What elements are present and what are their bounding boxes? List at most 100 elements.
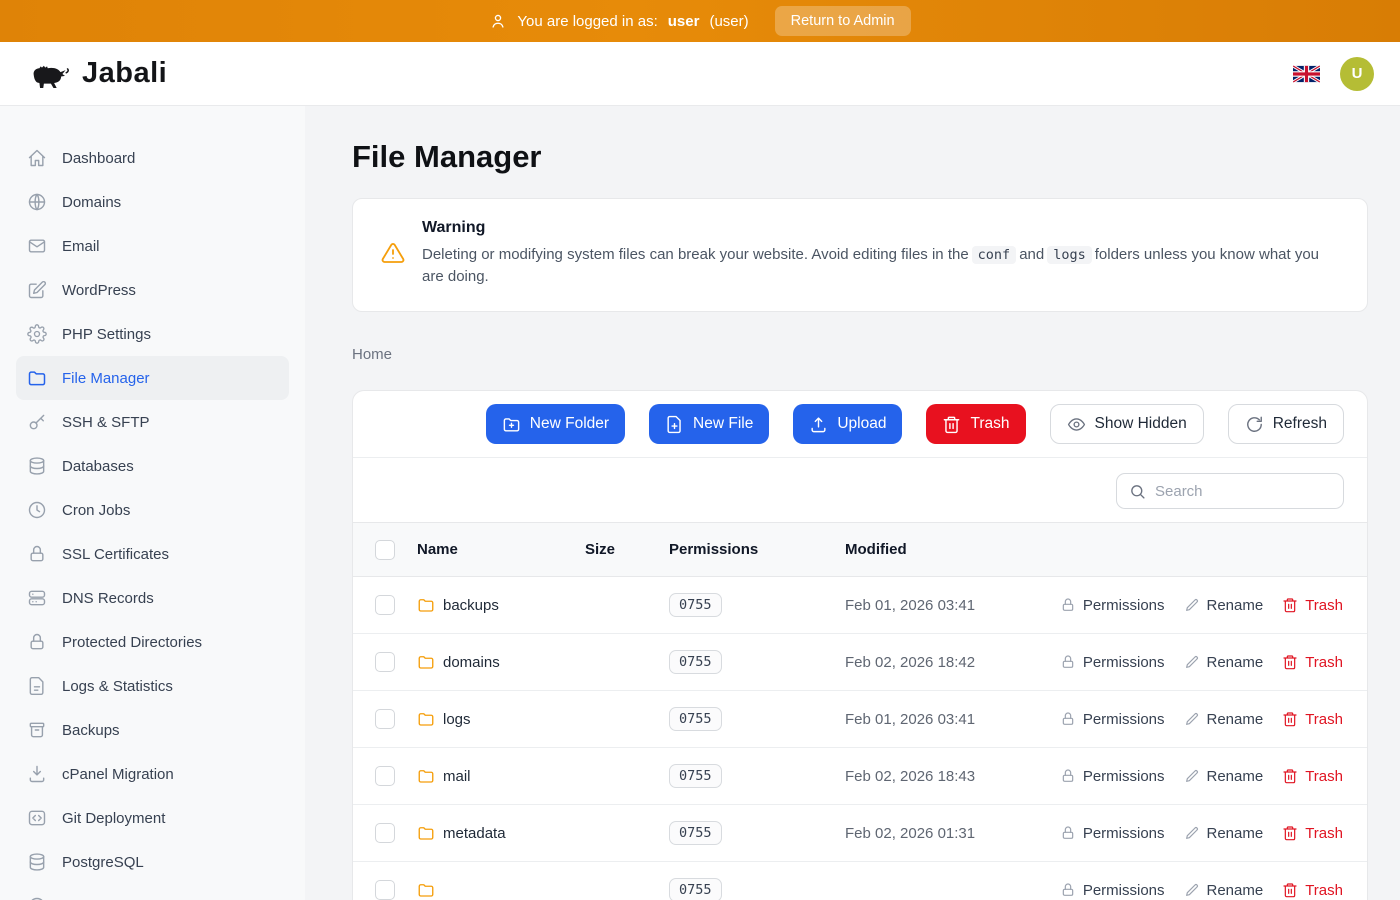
archive-box-icon bbox=[27, 720, 47, 740]
pencil-icon bbox=[1184, 825, 1200, 841]
sidebar-item-protected-directories[interactable]: Protected Directories bbox=[16, 620, 289, 664]
sidebar-item-extra[interactable] bbox=[16, 884, 289, 900]
row-checkbox[interactable] bbox=[375, 595, 395, 615]
table-header: Name Size Permissions Modified bbox=[353, 522, 1367, 577]
key-icon bbox=[27, 412, 47, 432]
lock-icon bbox=[27, 632, 47, 652]
folder-name-link[interactable]: metadata bbox=[417, 824, 585, 842]
new-folder-button[interactable]: New Folder bbox=[486, 404, 625, 444]
row-action-trash[interactable]: Trash bbox=[1282, 825, 1343, 842]
clock-icon bbox=[27, 500, 47, 520]
sidebar-item-git-deployment[interactable]: Git Deployment bbox=[16, 796, 289, 840]
sidebar-item-cpanel-migration[interactable]: cPanel Migration bbox=[16, 752, 289, 796]
upload-icon bbox=[809, 415, 828, 434]
row-action-trash[interactable]: Trash bbox=[1282, 597, 1343, 614]
sidebar-item-logs-statistics[interactable]: Logs & Statistics bbox=[16, 664, 289, 708]
row-action-trash[interactable]: Trash bbox=[1282, 768, 1343, 785]
row-checkbox[interactable] bbox=[375, 880, 395, 900]
table-row: logs 0755 Feb 01, 2026 03:41 Permissions… bbox=[353, 691, 1367, 748]
sidebar-item-dns-records[interactable]: DNS Records bbox=[16, 576, 289, 620]
row-action-rename[interactable]: Rename bbox=[1184, 768, 1264, 785]
folder-name-link[interactable]: mail bbox=[417, 767, 585, 785]
table-row: backups 0755 Feb 01, 2026 03:41 Permissi… bbox=[353, 577, 1367, 634]
logged-in-text: You are logged in as: bbox=[517, 13, 657, 30]
select-all-checkbox[interactable] bbox=[375, 540, 395, 560]
trash-icon bbox=[1282, 654, 1298, 670]
row-action-rename[interactable]: Rename bbox=[1184, 825, 1264, 842]
sidebar-item-backups[interactable]: Backups bbox=[16, 708, 289, 752]
sidebar-item-wordpress[interactable]: WordPress bbox=[16, 268, 289, 312]
sidebar-item-ssl-certificates[interactable]: SSL Certificates bbox=[16, 532, 289, 576]
language-flag-uk-icon[interactable] bbox=[1293, 65, 1320, 83]
upload-button[interactable]: Upload bbox=[793, 404, 902, 444]
folder-name-link[interactable]: backups bbox=[417, 596, 585, 614]
file-text-icon bbox=[27, 676, 47, 696]
row-action-permissions[interactable]: Permissions bbox=[1060, 768, 1165, 785]
search-input[interactable] bbox=[1155, 483, 1331, 500]
row-action-permissions[interactable]: Permissions bbox=[1060, 825, 1165, 842]
database-icon bbox=[27, 456, 47, 476]
brand[interactable]: Jabali bbox=[26, 57, 167, 90]
show-hidden-button[interactable]: Show Hidden bbox=[1050, 404, 1204, 444]
row-action-permissions[interactable]: Permissions bbox=[1060, 654, 1165, 671]
sidebar-item-file-manager[interactable]: File Manager bbox=[16, 356, 289, 400]
folder-name-link[interactable] bbox=[417, 881, 585, 899]
edit-pencil-icon bbox=[27, 280, 47, 300]
row-action-permissions[interactable]: Permissions bbox=[1060, 711, 1165, 728]
folder-icon bbox=[417, 881, 435, 899]
row-action-permissions[interactable]: Permissions bbox=[1060, 597, 1165, 614]
trash-icon bbox=[1282, 825, 1298, 841]
sidebar-item-domains[interactable]: Domains bbox=[16, 180, 289, 224]
database-icon bbox=[27, 852, 47, 872]
breadcrumb-home-link[interactable]: Home bbox=[352, 346, 392, 363]
code-logs: logs bbox=[1047, 246, 1092, 264]
row-action-rename[interactable]: Rename bbox=[1184, 597, 1264, 614]
row-action-rename[interactable]: Rename bbox=[1184, 882, 1264, 899]
row-action-trash[interactable]: Trash bbox=[1282, 882, 1343, 899]
refresh-button[interactable]: Refresh bbox=[1228, 404, 1344, 444]
user-avatar[interactable]: U bbox=[1340, 57, 1374, 91]
row-action-permissions[interactable]: Permissions bbox=[1060, 882, 1165, 899]
row-checkbox[interactable] bbox=[375, 652, 395, 672]
trash-button[interactable]: Trash bbox=[926, 404, 1025, 444]
folder-icon bbox=[417, 767, 435, 785]
pencil-icon bbox=[1184, 597, 1200, 613]
pencil-icon bbox=[1184, 654, 1200, 670]
return-to-admin-button[interactable]: Return to Admin bbox=[775, 6, 911, 36]
file-plus-icon bbox=[665, 415, 684, 434]
sidebar-item-postgresql[interactable]: PostgreSQL bbox=[16, 840, 289, 884]
sidebar-item-ssh-sftp[interactable]: SSH & SFTP bbox=[16, 400, 289, 444]
trash-icon bbox=[1282, 597, 1298, 613]
row-checkbox[interactable] bbox=[375, 766, 395, 786]
modified-cell: Feb 02, 2026 18:42 bbox=[845, 654, 1087, 671]
folder-plus-icon bbox=[502, 415, 521, 434]
col-header-modified: Modified bbox=[845, 541, 1087, 558]
sidebar-item-databases[interactable]: Databases bbox=[16, 444, 289, 488]
folder-name-link[interactable]: domains bbox=[417, 653, 585, 671]
lock-icon bbox=[1060, 654, 1076, 670]
eye-icon bbox=[1067, 415, 1086, 434]
new-file-button[interactable]: New File bbox=[649, 404, 769, 444]
sidebar-item-email[interactable]: Email bbox=[16, 224, 289, 268]
warning-title: Warning bbox=[422, 219, 1343, 237]
row-action-trash[interactable]: Trash bbox=[1282, 711, 1343, 728]
sidebar-item-cron-jobs[interactable]: Cron Jobs bbox=[16, 488, 289, 532]
warning-alert: Warning Deleting or modifying system fil… bbox=[352, 198, 1368, 312]
modified-cell: Feb 02, 2026 18:43 bbox=[845, 768, 1087, 785]
circle-icon bbox=[27, 896, 47, 900]
table-row: mail 0755 Feb 02, 2026 18:43 Permissions… bbox=[353, 748, 1367, 805]
row-action-rename[interactable]: Rename bbox=[1184, 654, 1264, 671]
sidebar-item-dashboard[interactable]: Dashboard bbox=[16, 136, 289, 180]
trash-icon bbox=[942, 415, 961, 434]
server-icon bbox=[27, 588, 47, 608]
sidebar-item-php-settings[interactable]: PHP Settings bbox=[16, 312, 289, 356]
folder-name-link[interactable]: logs bbox=[417, 710, 585, 728]
row-action-trash[interactable]: Trash bbox=[1282, 654, 1343, 671]
search-icon bbox=[1129, 483, 1146, 500]
row-action-rename[interactable]: Rename bbox=[1184, 711, 1264, 728]
row-checkbox[interactable] bbox=[375, 823, 395, 843]
file-toolbar: New Folder New File Upload Trash Show Hi… bbox=[353, 391, 1367, 458]
permissions-badge: 0755 bbox=[669, 764, 722, 788]
warning-text: Deleting or modifying system files can b… bbox=[422, 244, 1343, 287]
row-checkbox[interactable] bbox=[375, 709, 395, 729]
